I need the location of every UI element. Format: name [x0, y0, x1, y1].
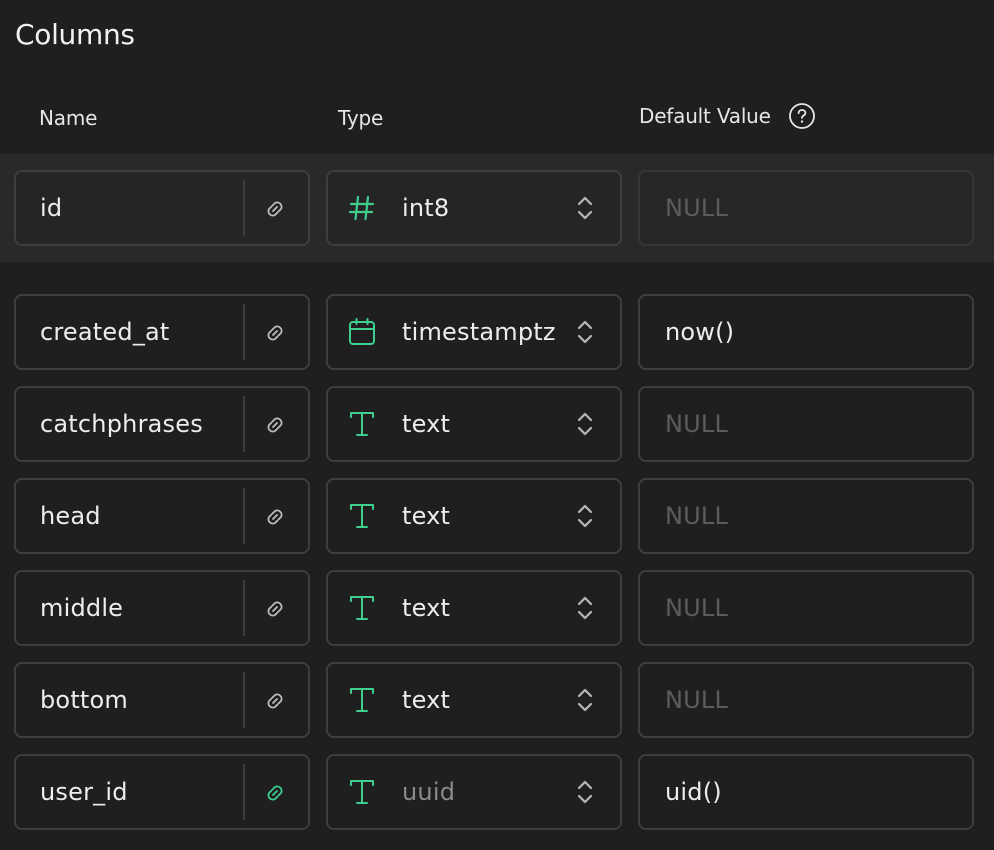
column-header-type: Type [338, 106, 384, 130]
text-type-icon [346, 592, 378, 624]
chevron-up-down-icon [574, 684, 596, 716]
default-value-text: now() [665, 318, 735, 346]
text-type-icon [346, 408, 378, 440]
text-type-icon [346, 776, 378, 808]
default-value-text: uid() [665, 778, 722, 806]
field-divider [243, 304, 245, 360]
default-value-input[interactable]: NULL [638, 478, 974, 554]
column-row-catchphrases: catchphrases text NULL [0, 386, 994, 462]
default-value-placeholder: NULL [665, 194, 729, 222]
field-divider [243, 488, 245, 544]
link-icon[interactable] [260, 410, 290, 440]
column-name-field[interactable]: head [14, 478, 310, 554]
column-name-field[interactable]: catchphrases [14, 386, 310, 462]
column-header-default-value: Default Value [639, 102, 816, 130]
column-type-select[interactable]: int8 [326, 170, 622, 246]
column-name-field[interactable]: created_at [14, 294, 310, 370]
text-type-icon [346, 684, 378, 716]
chevron-up-down-icon [574, 316, 596, 348]
section-title: Columns [15, 18, 135, 51]
field-divider [243, 396, 245, 452]
link-icon[interactable] [260, 594, 290, 624]
column-header-name: Name [39, 106, 98, 130]
text-type-icon [346, 500, 378, 532]
default-value-placeholder: NULL [665, 686, 729, 714]
column-type-value: text [402, 686, 451, 714]
hash-icon [346, 192, 378, 224]
help-icon[interactable] [788, 102, 816, 130]
default-value-input[interactable]: NULL [638, 386, 974, 462]
default-value-input[interactable]: uid() [638, 754, 974, 830]
column-row-created-at: created_at timestamptz now() [0, 294, 994, 370]
column-name-input[interactable]: catchphrases [40, 388, 203, 460]
column-type-value: timestamptz [402, 318, 556, 346]
column-name-input[interactable]: head [40, 480, 101, 552]
column-type-select[interactable]: text [326, 662, 622, 738]
chevron-up-down-icon [574, 500, 596, 532]
column-header-default-label: Default Value [639, 104, 771, 128]
field-divider [243, 672, 245, 728]
column-name-field[interactable]: id [14, 170, 310, 246]
column-name-input[interactable]: user_id [40, 756, 128, 828]
column-type-select[interactable]: text [326, 386, 622, 462]
column-type-value: text [402, 502, 451, 530]
column-type-value: text [402, 410, 451, 438]
field-divider [243, 180, 245, 236]
chevron-up-down-icon [574, 592, 596, 624]
column-type-value: uuid [402, 778, 456, 806]
field-divider [243, 764, 245, 820]
chevron-up-down-icon [574, 776, 596, 808]
default-value-placeholder: NULL [665, 594, 729, 622]
column-type-select[interactable]: text [326, 570, 622, 646]
column-name-input[interactable]: bottom [40, 664, 128, 736]
link-icon[interactable] [260, 318, 290, 348]
column-name-input[interactable]: id [40, 172, 62, 244]
column-row-bottom: bottom text NULL [0, 662, 994, 738]
column-type-value: int8 [402, 194, 450, 222]
column-name-field[interactable]: middle [14, 570, 310, 646]
default-value-input[interactable]: NULL [638, 570, 974, 646]
column-name-input[interactable]: created_at [40, 296, 170, 368]
column-row-id: id int8 NULL [0, 170, 994, 246]
column-name-input[interactable]: middle [40, 572, 123, 644]
column-type-select[interactable]: uuid [326, 754, 622, 830]
column-type-select[interactable]: text [326, 478, 622, 554]
default-value-input[interactable]: NULL [638, 662, 974, 738]
column-row-middle: middle text NULL [0, 570, 994, 646]
column-name-field[interactable]: user_id [14, 754, 310, 830]
calendar-icon [346, 316, 378, 348]
chevron-up-down-icon [574, 408, 596, 440]
default-value-placeholder: NULL [665, 502, 729, 530]
link-icon[interactable] [260, 194, 290, 224]
link-icon[interactable] [260, 686, 290, 716]
chevron-up-down-icon [574, 192, 596, 224]
field-divider [243, 580, 245, 636]
column-type-value: text [402, 594, 451, 622]
column-type-select[interactable]: timestamptz [326, 294, 622, 370]
default-value-input[interactable]: now() [638, 294, 974, 370]
default-value-placeholder: NULL [665, 410, 729, 438]
default-value-input[interactable]: NULL [638, 170, 974, 246]
column-row-user-id: user_id uuid uid() [0, 754, 994, 830]
column-name-field[interactable]: bottom [14, 662, 310, 738]
link-icon[interactable] [260, 502, 290, 532]
column-row-head: head text NULL [0, 478, 994, 554]
link-icon[interactable] [260, 778, 290, 808]
